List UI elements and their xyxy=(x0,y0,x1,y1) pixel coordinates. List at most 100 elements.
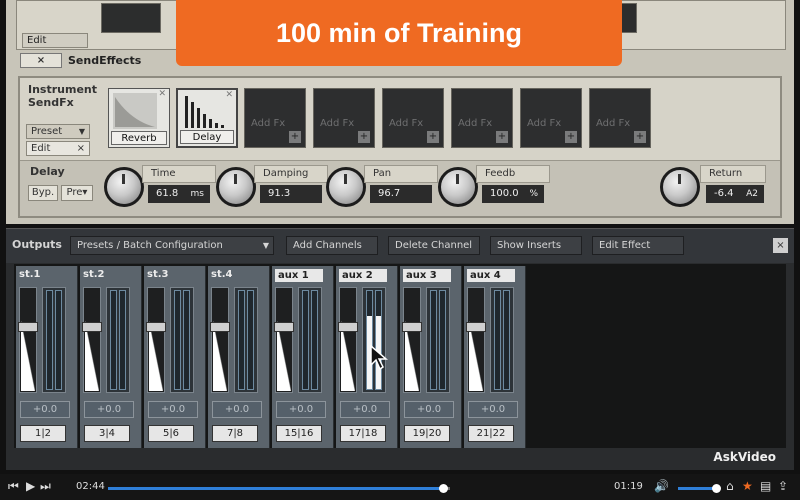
return-value[interactable]: -6.4 A2 xyxy=(706,185,764,203)
volume-value[interactable]: +0.0 xyxy=(276,401,326,418)
share-icon[interactable]: ⇪ xyxy=(778,479,788,493)
fader-handle[interactable] xyxy=(210,322,230,332)
channel-assignment[interactable]: 19|20 xyxy=(404,425,450,442)
volume-fader[interactable] xyxy=(82,287,102,393)
mixer-strip: aux 3 +0.0 19|20 xyxy=(400,266,462,448)
strip-name[interactable]: st.4 xyxy=(211,269,233,280)
plus-icon[interactable]: + xyxy=(289,131,301,143)
strip-name[interactable]: aux 2 xyxy=(339,269,387,282)
plus-icon[interactable]: + xyxy=(496,131,508,143)
edit-tab[interactable]: Edit × xyxy=(26,141,90,156)
edit-tab-top[interactable]: Edit xyxy=(22,33,88,48)
meter-left xyxy=(430,290,437,390)
home-icon[interactable]: ⌂ xyxy=(726,479,734,493)
volume-value[interactable]: +0.0 xyxy=(84,401,134,418)
pre-dropdown[interactable]: Pre▾ xyxy=(61,185,93,201)
volume-fader[interactable] xyxy=(274,287,294,393)
channel-assignment[interactable]: 5|6 xyxy=(148,425,194,442)
channel-assignment[interactable]: 15|16 xyxy=(276,425,322,442)
skip-back-icon[interactable]: ⏮ xyxy=(8,479,19,494)
strip-name[interactable]: st.1 xyxy=(19,269,41,280)
level-meter xyxy=(234,287,258,393)
fx-slot-empty[interactable]: Add Fx + xyxy=(520,88,582,148)
close-outputs-button[interactable]: × xyxy=(773,238,788,253)
strip-name[interactable]: aux 4 xyxy=(467,269,515,282)
feedback-knob[interactable] xyxy=(438,167,478,207)
level-meter xyxy=(298,287,322,393)
fx-slot-empty[interactable]: Add Fx + xyxy=(382,88,444,148)
fx-slot-empty[interactable]: Add Fx + xyxy=(313,88,375,148)
volume-fader[interactable] xyxy=(146,287,166,393)
fx-slot-delay[interactable]: ✕ Delay xyxy=(176,88,238,148)
volume-value[interactable]: +0.0 xyxy=(212,401,262,418)
volume-value[interactable]: +0.0 xyxy=(148,401,198,418)
fader-handle[interactable] xyxy=(402,322,422,332)
damping-knob[interactable] xyxy=(216,167,256,207)
fader-handle[interactable] xyxy=(338,322,358,332)
volume-fader[interactable] xyxy=(338,287,358,393)
feedback-value[interactable]: 100.0 % xyxy=(482,185,544,203)
plus-icon[interactable]: + xyxy=(427,131,439,143)
pan-knob[interactable] xyxy=(326,167,366,207)
strip-name[interactable]: aux 3 xyxy=(403,269,451,282)
close-icon[interactable]: ✕ xyxy=(158,89,166,99)
presets-batch-dropdown[interactable]: Presets / Batch Configuration ▼ xyxy=(70,236,274,255)
volume-value[interactable]: +0.0 xyxy=(404,401,454,418)
star-icon[interactable]: ★ xyxy=(742,479,753,493)
fader-handle[interactable] xyxy=(18,322,38,332)
channel-assignment[interactable]: 7|8 xyxy=(212,425,258,442)
channel-assignment[interactable]: 1|2 xyxy=(20,425,66,442)
close-icon[interactable]: × xyxy=(77,142,85,155)
volume-handle[interactable] xyxy=(712,484,721,493)
plus-icon[interactable]: + xyxy=(634,131,646,143)
progress-handle[interactable] xyxy=(439,484,449,493)
elapsed-time: 02:44 xyxy=(76,481,105,492)
strip-name[interactable]: st.3 xyxy=(147,269,169,280)
bypass-button[interactable]: Byp. xyxy=(28,185,58,201)
time-knob[interactable] xyxy=(104,167,144,207)
return-knob[interactable] xyxy=(660,167,700,207)
volume-fader[interactable] xyxy=(18,287,38,393)
volume-value[interactable]: +0.0 xyxy=(20,401,70,418)
volume-fader[interactable] xyxy=(210,287,230,393)
edit-effect-button[interactable]: Edit Effect xyxy=(592,236,684,255)
add-channels-button[interactable]: Add Channels xyxy=(286,236,378,255)
return-value-text: -6.4 xyxy=(714,188,734,199)
fx-slot-empty[interactable]: Add Fx + xyxy=(244,88,306,148)
video-frame: Edit × SendEffects Instrument SendFx Pre… xyxy=(0,0,800,500)
notes-icon[interactable]: ▤ xyxy=(760,479,771,493)
fader-handle[interactable] xyxy=(466,322,486,332)
top-fx-slot[interactable] xyxy=(101,3,161,33)
volume-fader[interactable] xyxy=(402,287,422,393)
fx-slot-reverb[interactable]: ✕ Reverb xyxy=(108,88,170,148)
skip-forward-icon[interactable]: ⏭ xyxy=(40,479,51,494)
volume-value[interactable]: +0.0 xyxy=(468,401,518,418)
plus-icon[interactable]: + xyxy=(358,131,370,143)
volume-slider[interactable] xyxy=(678,484,721,493)
show-inserts-button[interactable]: Show Inserts xyxy=(490,236,582,255)
meter-right xyxy=(311,290,318,390)
close-icon[interactable]: ✕ xyxy=(225,90,233,100)
strip-name[interactable]: aux 1 xyxy=(275,269,323,282)
strip-name[interactable]: st.2 xyxy=(83,269,105,280)
channel-assignment[interactable]: 3|4 xyxy=(84,425,130,442)
delete-channel-button[interactable]: Delete Channel xyxy=(388,236,480,255)
channel-assignment[interactable]: 17|18 xyxy=(340,425,386,442)
channel-assignment[interactable]: 21|22 xyxy=(468,425,514,442)
fx-slot-empty[interactable]: Add Fx + xyxy=(451,88,513,148)
fx-slot-empty[interactable]: Add Fx + xyxy=(589,88,651,148)
plus-icon[interactable]: + xyxy=(565,131,577,143)
fader-handle[interactable] xyxy=(82,322,102,332)
damping-value[interactable]: 91.3 xyxy=(260,185,322,203)
pan-value[interactable]: 96.7 xyxy=(370,185,432,203)
play-icon[interactable]: ▶ xyxy=(26,479,35,493)
time-value[interactable]: 61.8 ms xyxy=(148,185,210,203)
progress-bar[interactable] xyxy=(108,484,450,493)
sendfx-close-button[interactable]: × xyxy=(20,53,62,68)
preset-dropdown[interactable]: Preset ▼ xyxy=(26,124,90,139)
volume-value[interactable]: +0.0 xyxy=(340,401,390,418)
fader-handle[interactable] xyxy=(146,322,166,332)
volume-fader[interactable] xyxy=(466,287,486,393)
fader-handle[interactable] xyxy=(274,322,294,332)
volume-icon[interactable]: 🔊 xyxy=(654,479,669,493)
